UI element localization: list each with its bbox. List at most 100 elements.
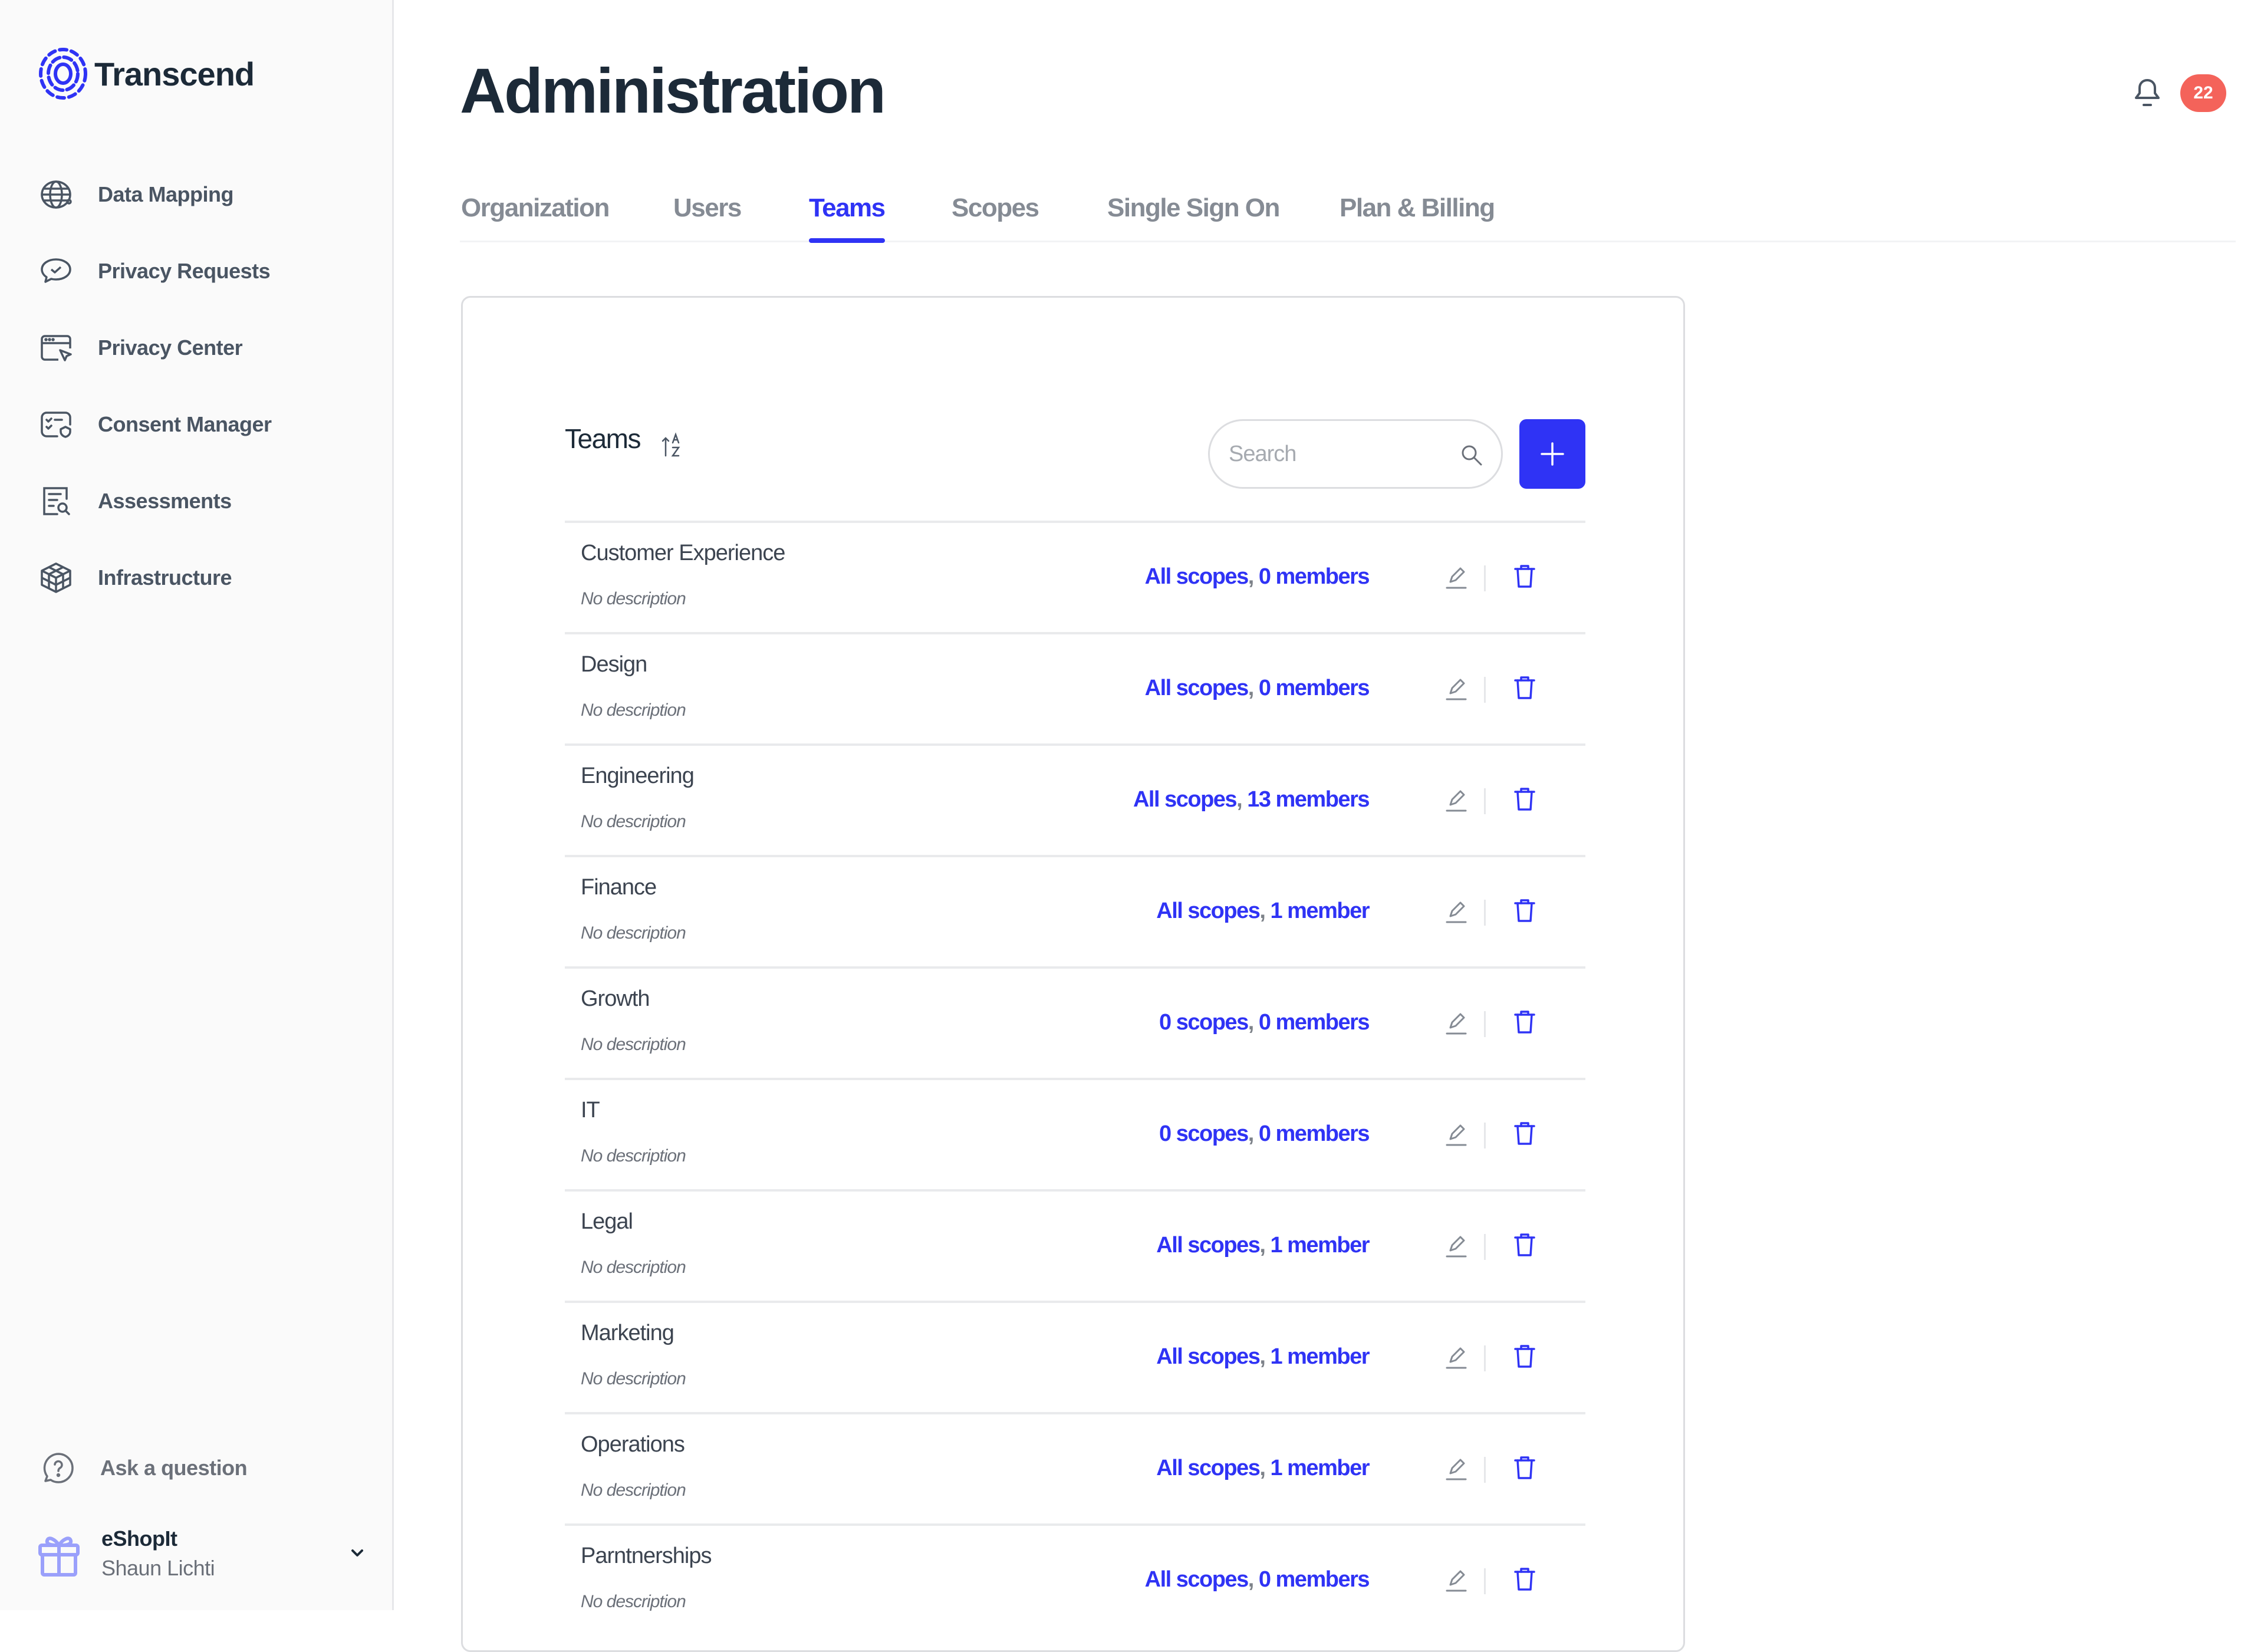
notification-count-badge[interactable]: 22 (2180, 74, 2226, 112)
team-scopes-link[interactable]: All scopes (1145, 1567, 1249, 1592)
team-summary: 0 scopes, 0 members (1159, 1121, 1370, 1147)
sidebar-item-label: Privacy Center (98, 335, 243, 360)
team-name[interactable]: Growth (581, 986, 650, 1012)
trash-icon[interactable] (1512, 1454, 1538, 1482)
bell-icon[interactable] (2133, 77, 2161, 110)
trash-icon[interactable] (1512, 1232, 1538, 1259)
sidebar-item-infrastructure[interactable]: Infrastructure (39, 554, 232, 601)
trash-icon[interactable] (1512, 1343, 1538, 1370)
question-bubble-icon (41, 1451, 75, 1485)
team-members-link[interactable]: 0 members (1259, 564, 1370, 589)
trash-icon[interactable] (1512, 1120, 1538, 1147)
team-row[interactable]: Operations No description All scopes, 1 … (565, 1412, 1585, 1523)
teams-heading: Teams (565, 423, 641, 454)
edit-icon[interactable] (1443, 564, 1469, 590)
team-scopes-link[interactable]: All scopes (1145, 676, 1249, 700)
team-scopes-link[interactable]: All scopes (1133, 787, 1238, 812)
tab-single-sign-on[interactable]: Single Sign On (1107, 189, 1280, 241)
team-scopes-link[interactable]: All scopes (1156, 1344, 1261, 1369)
team-scopes-link[interactable]: All scopes (1156, 899, 1261, 923)
sidebar: Transcend Data Mapping Privacy Requests … (0, 0, 394, 1610)
workspace-org-name: eShopIt (101, 1526, 177, 1551)
team-row[interactable]: Design No description All scopes, 0 memb… (565, 632, 1585, 743)
summary-separator: , (1248, 1567, 1255, 1592)
team-name[interactable]: IT (581, 1098, 600, 1123)
admin-tabs: Organization Users Teams Scopes Single S… (460, 189, 2236, 243)
edit-icon[interactable] (1443, 1344, 1469, 1370)
sidebar-item-privacy-requests[interactable]: Privacy Requests (39, 248, 271, 295)
sidebar-item-data-mapping[interactable]: Data Mapping (39, 171, 234, 218)
team-row[interactable]: Marketing No description All scopes, 1 m… (565, 1301, 1585, 1412)
team-members-link[interactable]: 13 members (1247, 787, 1370, 812)
add-team-button[interactable] (1519, 419, 1585, 489)
team-scopes-link[interactable]: 0 scopes (1159, 1121, 1249, 1146)
trash-icon[interactable] (1512, 674, 1538, 702)
team-name[interactable]: Design (581, 652, 647, 677)
team-members-link[interactable]: 1 member (1270, 1344, 1370, 1369)
team-scopes-link[interactable]: All scopes (1156, 1456, 1261, 1480)
team-name[interactable]: Parntnerships (581, 1544, 712, 1569)
summary-separator: , (1236, 787, 1243, 812)
team-row[interactable]: Finance No description All scopes, 1 mem… (565, 855, 1585, 966)
edit-icon[interactable] (1443, 1233, 1469, 1259)
action-divider (1484, 1011, 1486, 1037)
team-row[interactable]: Legal No description All scopes, 1 membe… (565, 1189, 1585, 1301)
team-name[interactable]: Customer Experience (581, 541, 785, 566)
team-name[interactable]: Legal (581, 1209, 633, 1235)
tab-teams[interactable]: Teams (809, 189, 886, 243)
sidebar-item-privacy-center[interactable]: Privacy Center (39, 324, 243, 371)
edit-icon[interactable] (1443, 787, 1469, 813)
tab-plan-billing[interactable]: Plan & Billing (1340, 189, 1495, 241)
team-scopes-link[interactable]: 0 scopes (1159, 1010, 1249, 1035)
team-scopes-link[interactable]: All scopes (1145, 564, 1249, 589)
chevron-down-icon[interactable] (347, 1542, 368, 1564)
tab-users[interactable]: Users (673, 189, 742, 241)
team-row[interactable]: Growth No description 0 scopes, 0 member… (565, 966, 1585, 1078)
trash-icon[interactable] (1512, 1009, 1538, 1036)
sidebar-item-label: Data Mapping (98, 182, 234, 206)
team-name[interactable]: Finance (581, 875, 657, 900)
team-description: No description (581, 1369, 686, 1388)
summary-separator: , (1248, 1010, 1255, 1035)
logo[interactable]: Transcend (37, 47, 255, 100)
team-row[interactable]: Engineering No description All scopes, 1… (565, 743, 1585, 855)
tab-scopes[interactable]: Scopes (952, 189, 1039, 241)
sidebar-item-consent-manager[interactable]: Consent Manager (39, 401, 272, 448)
team-row[interactable]: IT No description 0 scopes, 0 members (565, 1078, 1585, 1189)
edit-icon[interactable] (1443, 899, 1469, 924)
edit-icon[interactable] (1443, 1010, 1469, 1036)
trash-icon[interactable] (1512, 786, 1538, 813)
team-members-link[interactable]: 0 members (1259, 1121, 1370, 1146)
team-summary: All scopes, 0 members (1145, 1567, 1370, 1592)
workspace-info: eShopIt Shaun Lichti (101, 1526, 215, 1581)
ask-a-question-label: Ask a question (100, 1456, 248, 1480)
team-members-link[interactable]: 0 members (1259, 1567, 1370, 1592)
team-members-link[interactable]: 0 members (1259, 1010, 1370, 1035)
team-name[interactable]: Marketing (581, 1321, 674, 1346)
team-members-link[interactable]: 0 members (1259, 676, 1370, 700)
trash-icon[interactable] (1512, 563, 1538, 590)
team-name[interactable]: Operations (581, 1432, 685, 1457)
team-scopes-link[interactable]: All scopes (1156, 1233, 1261, 1258)
action-divider (1484, 565, 1486, 591)
team-row[interactable]: Parntnerships No description All scopes,… (565, 1523, 1585, 1635)
team-members-link[interactable]: 1 member (1270, 899, 1370, 923)
team-members-link[interactable]: 1 member (1270, 1233, 1370, 1258)
team-description: No description (581, 589, 686, 608)
team-name[interactable]: Engineering (581, 764, 695, 789)
ask-a-question-link[interactable]: Ask a question (41, 1444, 248, 1492)
edit-icon[interactable] (1443, 1121, 1469, 1147)
edit-icon[interactable] (1443, 1567, 1469, 1593)
trash-icon[interactable] (1512, 897, 1538, 924)
tab-organization[interactable]: Organization (461, 189, 610, 241)
trash-icon[interactable] (1512, 1566, 1538, 1593)
sort-az-icon[interactable] (661, 432, 682, 458)
edit-icon[interactable] (1443, 1456, 1469, 1482)
team-members-link[interactable]: 1 member (1270, 1456, 1370, 1480)
workspace-switcher[interactable]: eShopIt Shaun Lichti (35, 1515, 366, 1592)
search-input[interactable] (1228, 440, 1442, 468)
team-row[interactable]: Customer Experience No description All s… (565, 521, 1585, 632)
edit-icon[interactable] (1443, 676, 1469, 702)
sidebar-item-assessments[interactable]: Assessments (39, 478, 232, 525)
page-title: Administration (460, 55, 886, 126)
